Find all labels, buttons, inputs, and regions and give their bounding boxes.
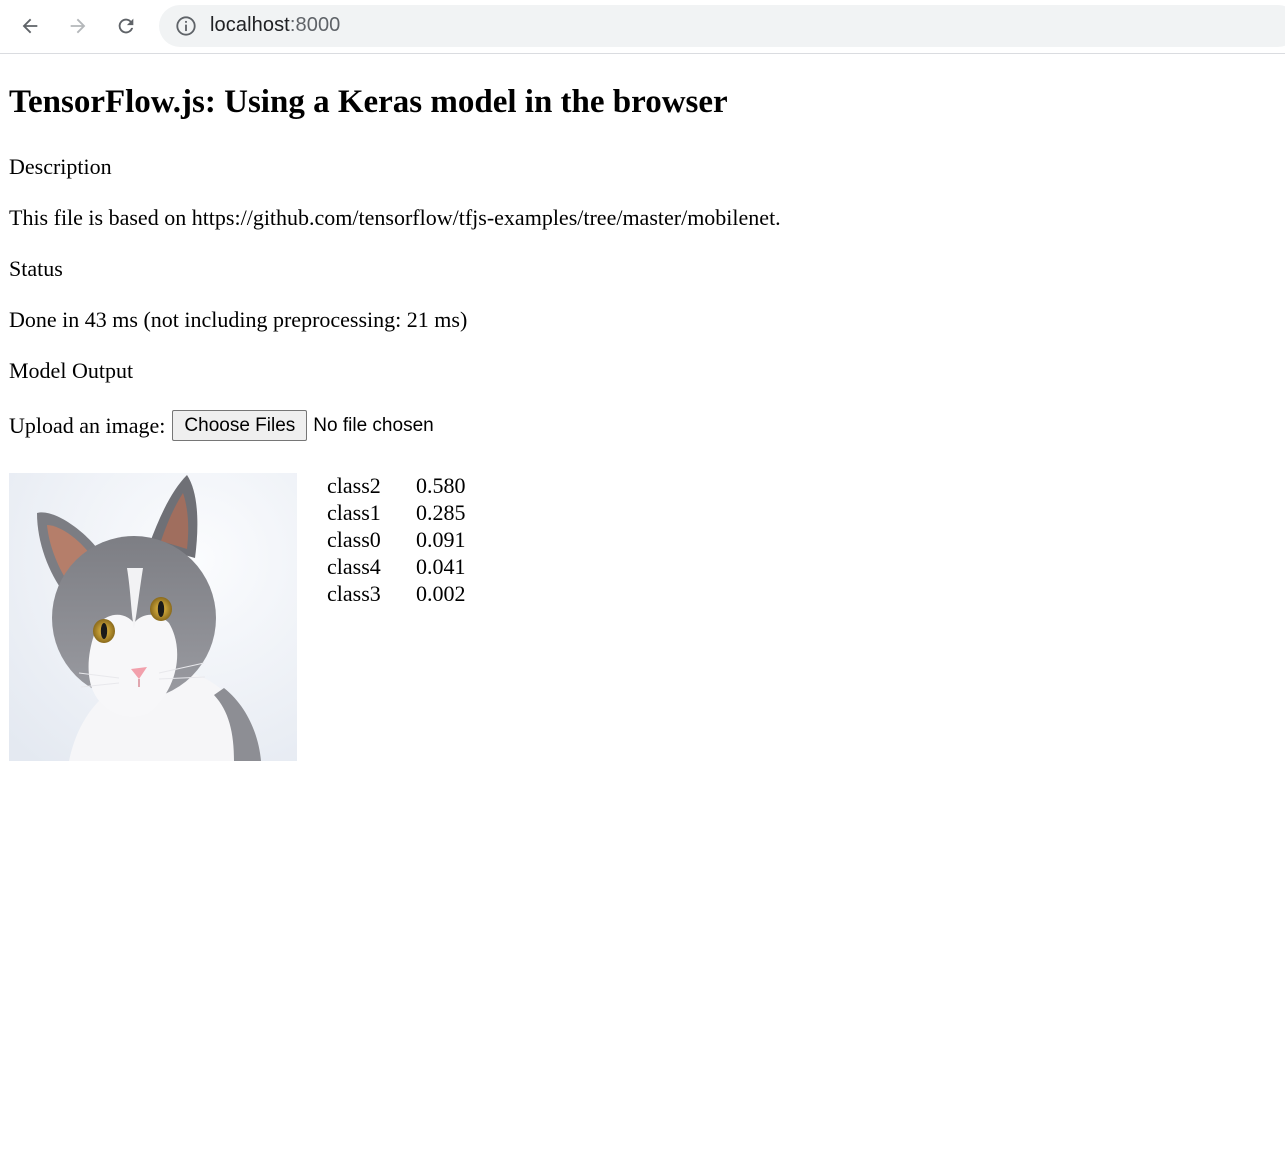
browser-toolbar: localhost:8000: [0, 0, 1285, 54]
prediction-class: class4: [327, 554, 381, 579]
uploaded-cat-image: [9, 473, 297, 761]
prediction-probability: 0.285: [416, 500, 466, 525]
back-button[interactable]: [12, 8, 48, 44]
prediction-class: class2: [327, 473, 381, 498]
upload-row: Upload an image: Choose Files No file ch…: [9, 410, 434, 441]
choose-files-button[interactable]: Choose Files: [172, 410, 308, 441]
forward-button[interactable]: [60, 8, 96, 44]
status-heading: Status: [9, 256, 63, 281]
model-output-heading: Model Output: [9, 358, 134, 383]
reload-button[interactable]: [108, 8, 144, 44]
predictions-list: class2 0.580 class1 0.285 class0 0.091 c…: [327, 472, 466, 607]
prediction-probability: 0.580: [416, 473, 466, 498]
prediction-class: class1: [327, 500, 381, 525]
prediction-row: class4 0.041: [327, 553, 466, 580]
description-heading: Description: [9, 154, 112, 179]
file-status: No file chosen: [313, 414, 434, 436]
url-text[interactable]: localhost:8000: [210, 14, 340, 37]
prediction-row: class2 0.580: [327, 472, 466, 499]
page-title: TensorFlow.js: Using a Keras model in th…: [9, 84, 728, 120]
prediction-probability: 0.002: [416, 581, 466, 606]
prediction-row: class0 0.091: [327, 526, 466, 553]
prediction-probability: 0.091: [416, 527, 466, 552]
arrow-right-icon: [70, 18, 86, 34]
prediction-row: class1 0.285: [327, 499, 466, 526]
address-bar[interactable]: localhost:8000: [159, 5, 1285, 47]
prediction-row: class3 0.002: [327, 580, 466, 607]
prediction-probability: 0.041: [416, 554, 466, 579]
description-text: This file is based on https://github.com…: [9, 205, 781, 230]
arrow-left-icon: [22, 18, 38, 34]
status-text: Done in 43 ms (not including preprocessi…: [9, 307, 468, 332]
url-port: :8000: [289, 14, 341, 36]
prediction-class: class3: [327, 581, 381, 606]
prediction-class: class0: [327, 527, 381, 552]
info-icon[interactable]: [175, 15, 197, 37]
upload-label: Upload an image:: [9, 412, 166, 438]
reload-icon: [118, 18, 134, 34]
url-host: localhost: [210, 14, 290, 36]
